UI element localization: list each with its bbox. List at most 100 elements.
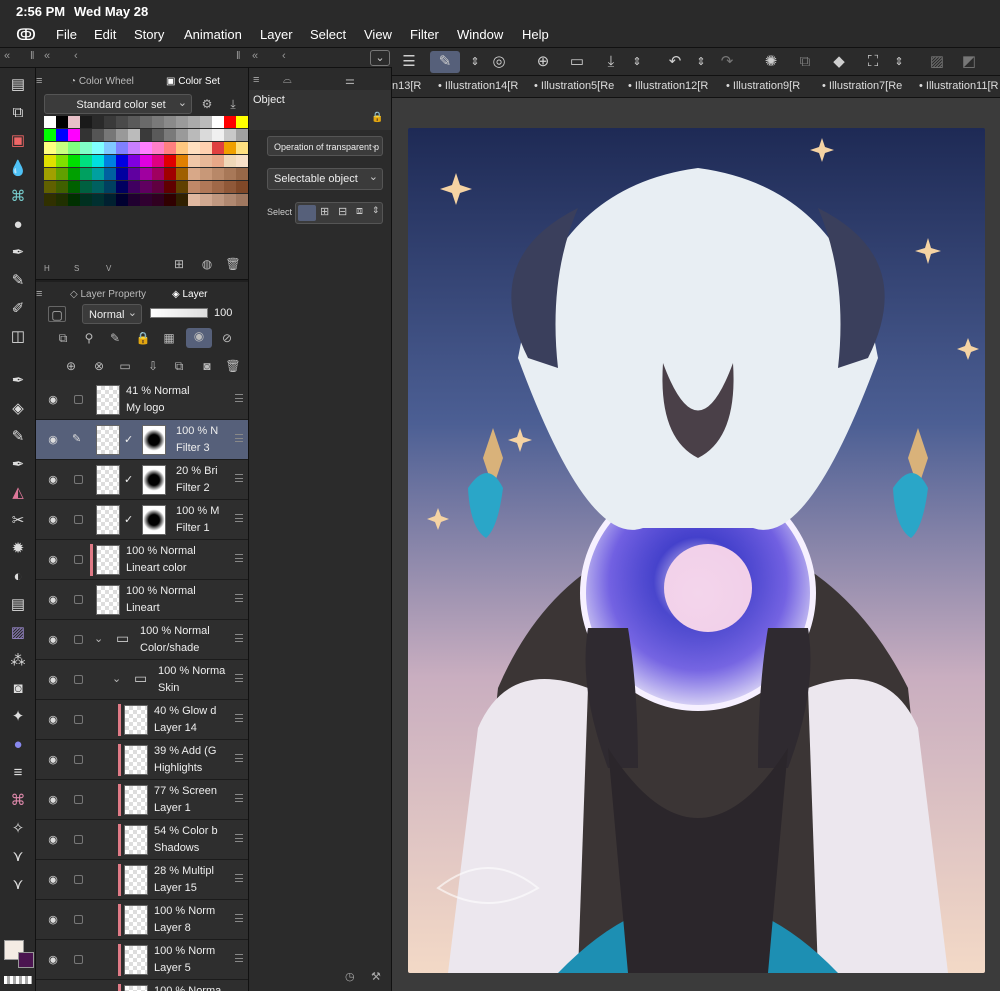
- select-add-icon[interactable]: ⊞: [320, 205, 329, 218]
- color-swatch[interactable]: [128, 155, 140, 167]
- color-swatch[interactable]: [128, 116, 140, 128]
- eye-icon[interactable]: ◉: [46, 593, 60, 607]
- lock-checkbox[interactable]: [74, 515, 83, 524]
- menu-story[interactable]: Story: [134, 27, 164, 42]
- mask-link-icon[interactable]: ✓: [124, 513, 133, 526]
- color-swatch[interactable]: [104, 155, 116, 167]
- lock-checkbox[interactable]: [74, 715, 83, 724]
- gradient-icon[interactable]: ◭: [6, 482, 30, 504]
- tab-document[interactable]: n13[R: [392, 80, 421, 92]
- menu-file[interactable]: File: [56, 27, 77, 42]
- color-swatch[interactable]: [56, 142, 68, 154]
- marker-icon[interactable]: ▣: [6, 130, 30, 152]
- pencil-icon[interactable]: ✎: [6, 270, 30, 292]
- color-swatch[interactable]: [176, 181, 188, 193]
- tab-document[interactable]: • Illustration12[R: [628, 80, 708, 92]
- fill-bucket-icon[interactable]: ◈: [6, 398, 30, 420]
- color-swatch[interactable]: [236, 181, 248, 193]
- menu-icon[interactable]: ≡: [36, 288, 42, 300]
- color-swatch[interactable]: [236, 155, 248, 167]
- color-swatch[interactable]: [80, 194, 92, 206]
- layer-mask-thumbnail[interactable]: [142, 505, 166, 535]
- color-swatch[interactable]: [224, 168, 236, 180]
- pen-nib-icon[interactable]: ✒: [6, 370, 30, 392]
- color-swatch[interactable]: [44, 116, 56, 128]
- save-icon[interactable]: ⤓: [600, 51, 622, 73]
- layer-row[interactable]: ◉ ⌄ ▭ 100 % Normal Color/shade: [36, 620, 248, 660]
- clear-icon[interactable]: ⧉: [794, 51, 816, 73]
- layer-row[interactable]: ◉ 54 % Color b Shadows: [36, 820, 248, 860]
- color-swatch[interactable]: [176, 116, 188, 128]
- eye-icon[interactable]: ◉: [46, 953, 60, 967]
- color-swatch[interactable]: [44, 142, 56, 154]
- lock-checkbox[interactable]: [74, 555, 83, 564]
- dock-handle-icon[interactable]: ‖: [30, 50, 35, 62]
- eraser-icon[interactable]: ◫: [6, 326, 30, 348]
- color-swatch[interactable]: [236, 194, 248, 206]
- eye-icon[interactable]: ◉: [46, 833, 60, 847]
- tab-layer-property[interactable]: ◇ Layer Property: [70, 289, 146, 300]
- color-swatch[interactable]: [140, 168, 152, 180]
- text-tool-icon[interactable]: ▤: [6, 594, 30, 616]
- select-intersect-icon[interactable]: ⧈: [356, 205, 363, 218]
- color-swatch[interactable]: [176, 168, 188, 180]
- color-swatch[interactable]: [104, 142, 116, 154]
- color-swatch[interactable]: [176, 129, 188, 141]
- color-swatch[interactable]: [152, 142, 164, 154]
- color-swatch[interactable]: [128, 194, 140, 206]
- color-swatch[interactable]: [140, 194, 152, 206]
- stepper-icon[interactable]: ⇕: [690, 51, 712, 73]
- brush-icon[interactable]: ✐: [6, 298, 30, 320]
- color-swatch[interactable]: [116, 116, 128, 128]
- color-swatch[interactable]: [116, 181, 128, 193]
- lock-checkbox[interactable]: [74, 915, 83, 924]
- color-swatch[interactable]: [236, 168, 248, 180]
- layer-row[interactable]: ◉ 100 % Norm Layer 8: [36, 900, 248, 940]
- color-swatch[interactable]: [80, 155, 92, 167]
- color-swatch[interactable]: [188, 116, 200, 128]
- layer-row[interactable]: ◉ ✓ 20 % Bri Filter 2: [36, 460, 248, 500]
- select-mode-button[interactable]: [298, 205, 316, 221]
- color-swatch[interactable]: [104, 181, 116, 193]
- layer-color-icon[interactable]: ▢: [48, 306, 66, 322]
- water-drop-icon[interactable]: 💧: [6, 158, 30, 180]
- mask-link-icon[interactable]: ✓: [124, 433, 133, 446]
- stepper-icon[interactable]: ⇕: [626, 51, 648, 73]
- new-folder-icon[interactable]: ▭: [116, 358, 134, 374]
- eye-icon[interactable]: ◉: [46, 513, 60, 527]
- color-swatch[interactable]: [236, 116, 248, 128]
- drag-handle-icon[interactable]: [235, 794, 243, 802]
- new-vector-layer-icon[interactable]: ⊗: [90, 358, 108, 374]
- color-swatch[interactable]: [200, 129, 212, 141]
- color-swatch[interactable]: [80, 168, 92, 180]
- layer-row[interactable]: ◉100 % Norma: [36, 980, 248, 991]
- redo-icon[interactable]: ↷: [716, 51, 738, 73]
- color-swatch[interactable]: [188, 155, 200, 167]
- transparent-operation-dropdown[interactable]: Operation of transparent p: [267, 136, 383, 156]
- tab-document[interactable]: • Illustration7[Re: [822, 80, 902, 92]
- color-swatch[interactable]: [224, 129, 236, 141]
- clock-icon[interactable]: ◷: [345, 970, 355, 983]
- color-swatch[interactable]: [212, 168, 224, 180]
- menu-animation[interactable]: Animation: [184, 27, 242, 42]
- color-swatch[interactable]: [164, 129, 176, 141]
- collapse-left-icon[interactable]: «: [4, 50, 10, 62]
- menu-icon[interactable]: ≡: [253, 74, 259, 86]
- color-swatch[interactable]: [116, 155, 128, 167]
- tab-document[interactable]: • Illustration11[R: [919, 80, 998, 92]
- color-swatch[interactable]: [92, 142, 104, 154]
- color-swatch[interactable]: [56, 155, 68, 167]
- deselect-icon[interactable]: ▨: [926, 51, 948, 73]
- color-swatch[interactable]: [44, 168, 56, 180]
- color-swatch[interactable]: [44, 155, 56, 167]
- color-swatch[interactable]: [44, 129, 56, 141]
- transparent-color-swatch[interactable]: [4, 976, 32, 984]
- blend-drop-icon[interactable]: ◐: [6, 566, 30, 588]
- trash-icon[interactable]: 🗑: [224, 358, 242, 374]
- star-brush-icon[interactable]: ✧: [6, 818, 30, 840]
- download-icon[interactable]: ⤓: [224, 96, 242, 112]
- mask-disable-icon[interactable]: ⊘: [218, 330, 236, 346]
- drag-handle-icon[interactable]: [235, 434, 243, 442]
- lock-checkbox[interactable]: [74, 875, 83, 884]
- color-swatch[interactable]: [104, 168, 116, 180]
